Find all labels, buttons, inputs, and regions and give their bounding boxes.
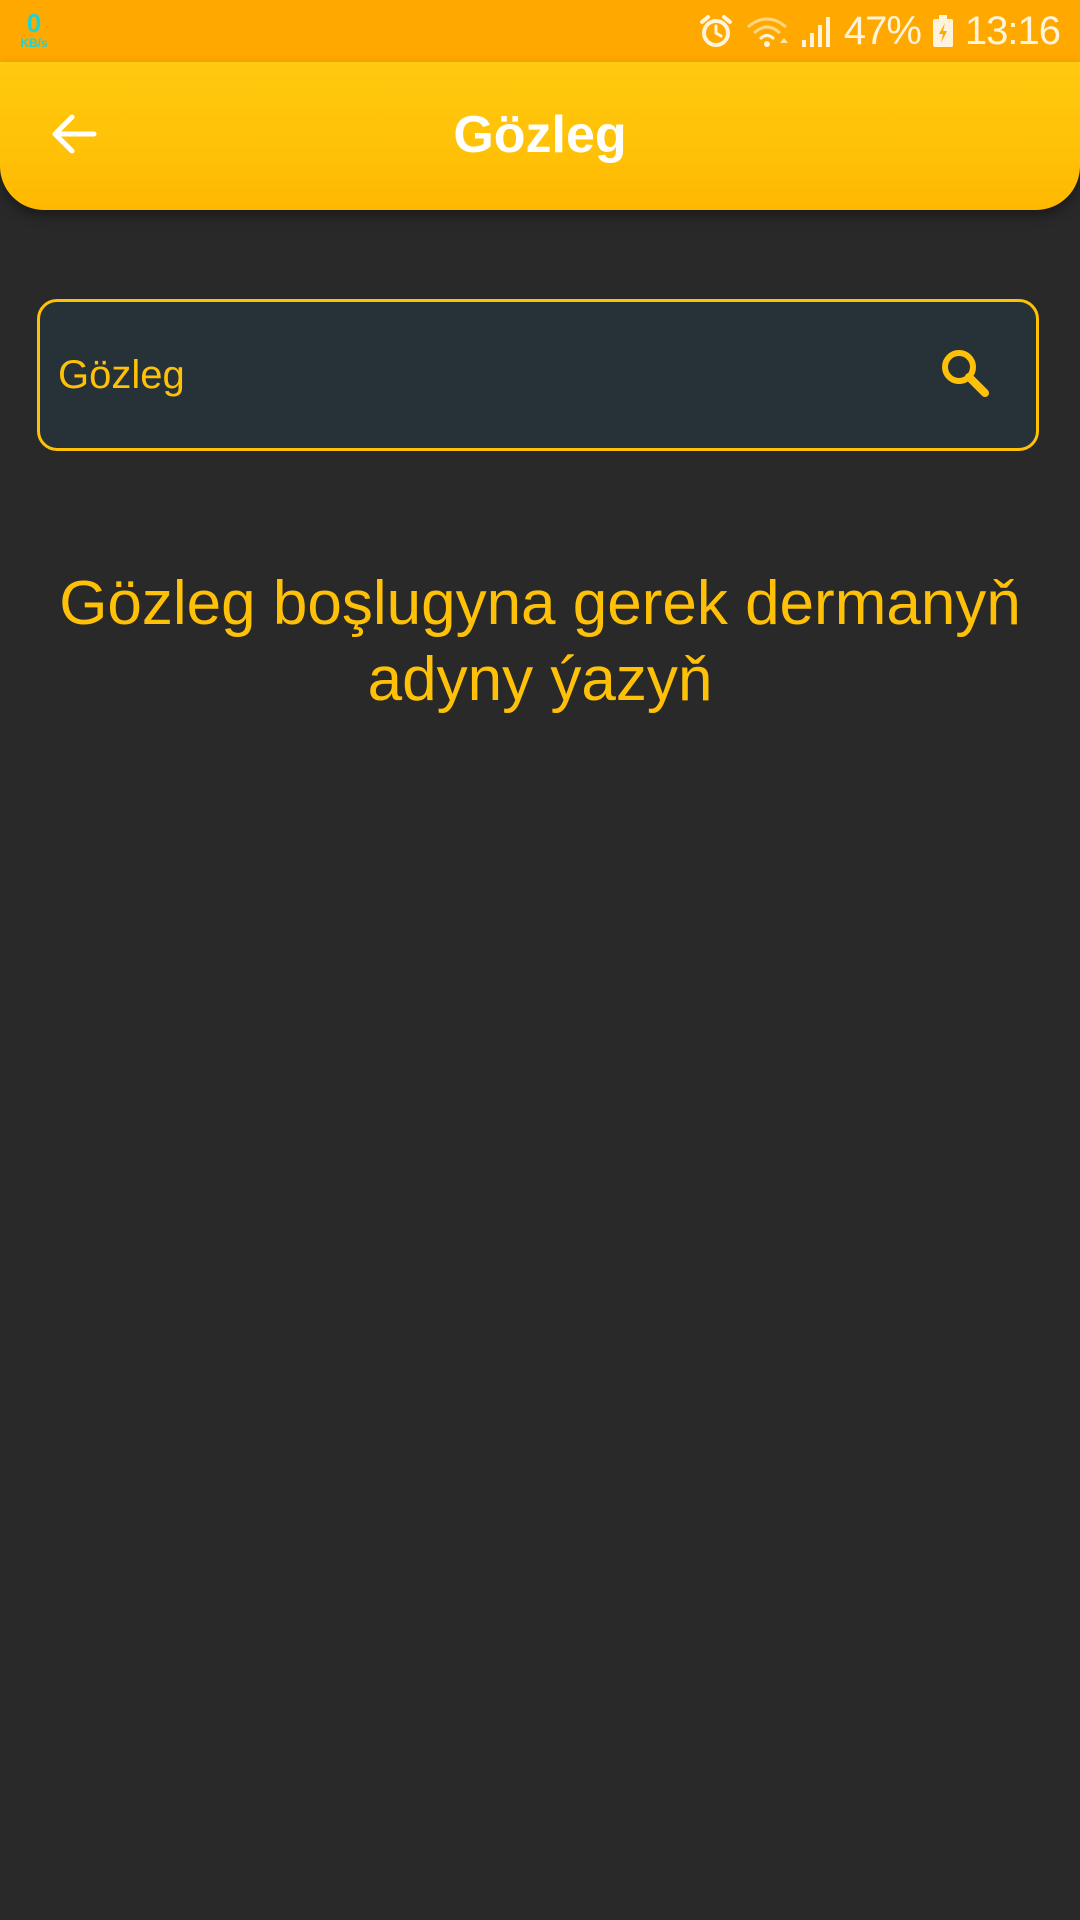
network-speed-value: 0 [26,8,42,38]
search-icon [937,345,993,406]
search-input[interactable] [58,302,918,448]
page-title: Gözleg [453,106,627,164]
battery-percent: 47% [843,8,922,53]
network-speed-unit: KB/s [20,36,48,50]
network-speed-indicator: 0 KB/s [14,10,54,49]
search-field-container [37,299,1039,451]
status-icons: 47% 13:16 [698,0,1061,62]
app-bar: Gözleg [0,62,1080,210]
wifi-icon [744,13,790,49]
empty-state-message: Gözleg boşlugyna gerek dermanyň adyny ýa… [59,569,1021,714]
alarm-icon [698,13,734,49]
search-button[interactable] [930,340,1000,410]
status-bar: 0 KB/s 47% 13:16 [0,0,1080,62]
status-time: 13:16 [964,8,1061,53]
battery-icon [931,13,955,49]
signal-icon [800,13,834,49]
